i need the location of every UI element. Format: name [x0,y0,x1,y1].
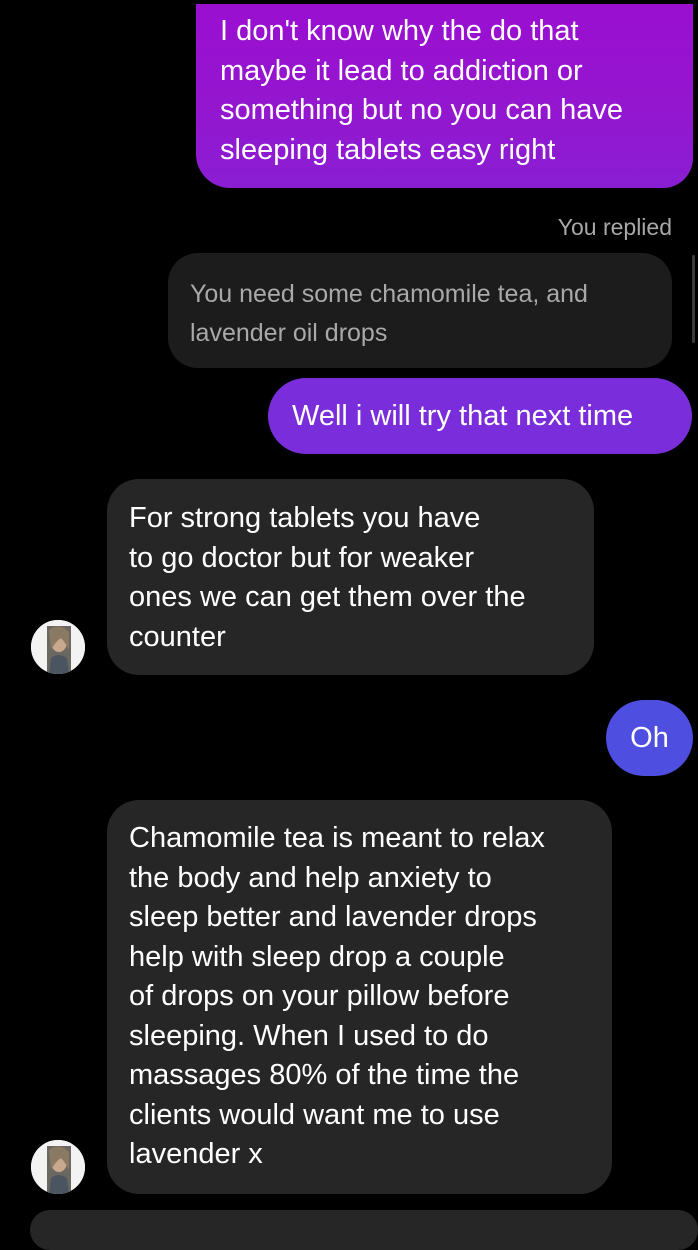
contact-avatar[interactable] [31,620,85,674]
sent-message-bubble[interactable]: Well i will try that next time [268,378,692,454]
received-message-bubble[interactable]: For strong tablets you have to go doctor… [107,479,594,675]
profile-photo-icon [31,620,85,674]
received-message-bubble[interactable]: Chamomile tea is meant to relax the body… [107,800,612,1194]
contact-avatar[interactable] [31,1140,85,1194]
reply-indicator-label: You replied [557,214,672,240]
profile-photo-icon [31,1140,85,1194]
quoted-reply-bubble[interactable]: You need some chamomile tea, and lavende… [168,253,672,368]
sent-message-bubble[interactable]: Oh [606,700,693,776]
sent-message-bubble[interactable]: I don't know why the do that maybe it le… [196,4,693,188]
scrollbar[interactable] [692,255,695,343]
received-message-bubble-partial[interactable] [30,1210,698,1250]
